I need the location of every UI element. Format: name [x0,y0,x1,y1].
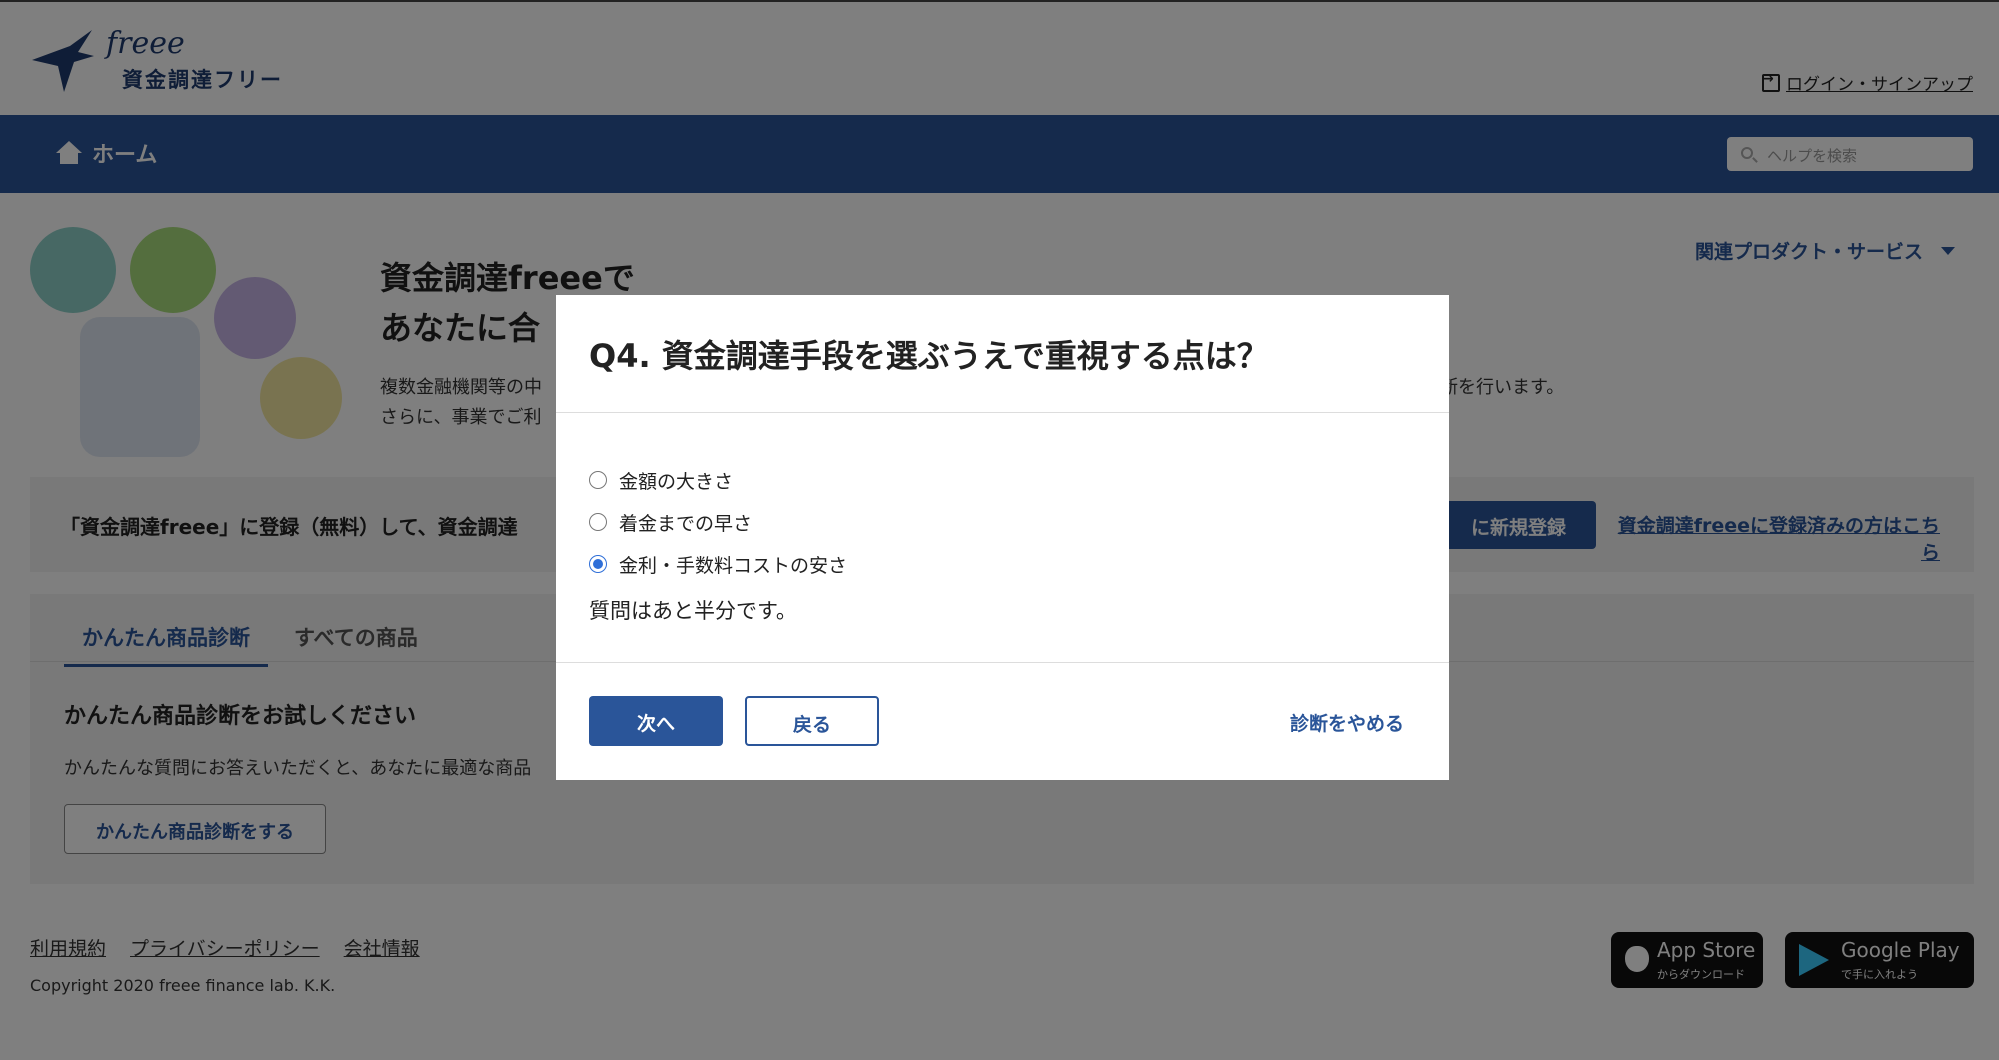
option-speed-label: 着金までの早さ [619,512,753,535]
back-button[interactable]: 戻る [745,696,879,746]
answer-options: 金額の大きさ 着金までの早さ 金利・手数料コストの安さ [589,459,847,585]
question-title: Q4. 資金調達手段を選ぶうえで重視する点は？ [589,337,1269,375]
radio-cost[interactable] [589,555,607,573]
option-speed[interactable]: 着金までの早さ [589,501,847,543]
diagnosis-question-modal: Q4. 資金調達手段を選ぶうえで重視する点は？ 金額の大きさ 着金までの早さ 金… [556,295,1449,780]
modal-divider-bottom [556,662,1449,663]
option-amount[interactable]: 金額の大きさ [589,459,847,501]
option-amount-label: 金額の大きさ [619,470,734,493]
option-cost-label: 金利・手数料コストの安さ [619,554,848,577]
quit-diagnosis-link[interactable]: 診断をやめる [1290,709,1404,736]
modal-divider-top [556,412,1449,413]
progress-message: 質問はあと半分です。 [589,599,797,623]
option-cost[interactable]: 金利・手数料コストの安さ [589,543,847,585]
radio-amount[interactable] [589,471,607,489]
radio-speed[interactable] [589,513,607,531]
page: freee 資金調達フリー ログイン・サインアップ ホーム ヘルプを検索 資金調… [0,0,1999,1060]
next-button[interactable]: 次へ [589,696,723,746]
